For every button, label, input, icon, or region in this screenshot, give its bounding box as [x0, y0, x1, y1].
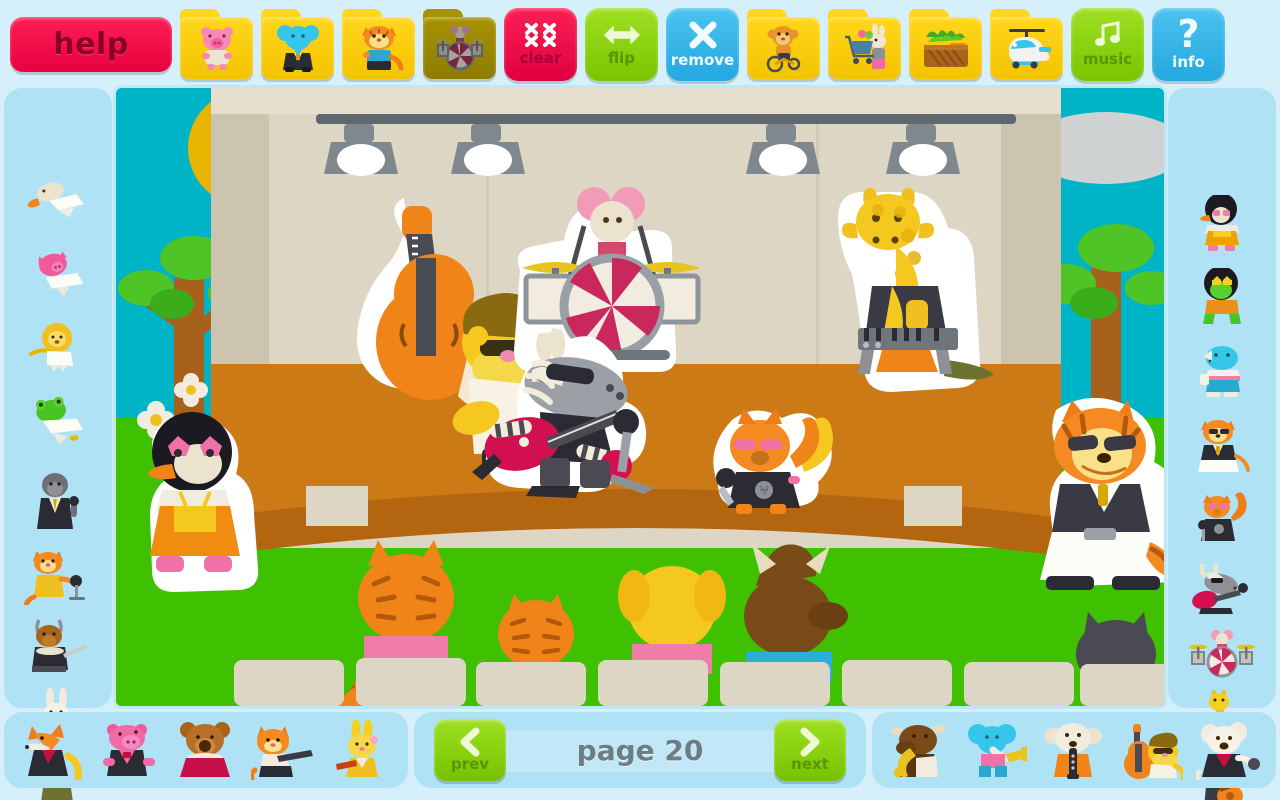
concert-stage-scene[interactable]: [116, 88, 1164, 706]
category-folder-band[interactable]: [423, 9, 496, 79]
helicopter-icon: [1008, 29, 1051, 69]
sticker-gorilla-singer[interactable]: [21, 470, 95, 532]
sticker-dog-clarinet[interactable]: [1039, 718, 1109, 782]
folder-body: [747, 17, 820, 79]
sticker-pig-flying[interactable]: [21, 243, 95, 305]
music-button[interactable]: music: [1071, 7, 1144, 81]
left-sticker-rail[interactable]: [4, 88, 112, 800]
prev-page-button[interactable]: prev: [434, 719, 506, 781]
music-button-label: music: [1082, 49, 1133, 68]
category-folder-food[interactable]: [909, 9, 982, 79]
rabbit-cart-icon: [844, 23, 886, 69]
folder-body: [828, 17, 901, 79]
question-mark-icon: ?: [1177, 12, 1200, 57]
category-folder-babies[interactable]: [180, 9, 253, 79]
light-rail: [316, 114, 1016, 124]
tiger-casual-icon: [361, 26, 403, 71]
sticker-rhino-skater[interactable]: [1185, 340, 1259, 402]
help-button-label: help: [53, 26, 129, 62]
sticker-fox-tuxedo[interactable]: [17, 718, 87, 782]
sticker-cat-microphone[interactable]: [21, 545, 95, 607]
close-icon: [689, 21, 716, 48]
chevron-left-icon: [460, 727, 480, 757]
sticker-cow-saxophone[interactable]: [885, 718, 955, 782]
app-root: help clear flip remove music ? info prev…: [0, 0, 1280, 800]
folder-body: [180, 17, 253, 79]
elephant-suit-icon: [276, 25, 319, 72]
folder-body: [990, 17, 1063, 79]
folder-body: [261, 17, 334, 79]
sticker-drum-kit-mouse[interactable]: [1185, 623, 1259, 685]
vegetable-crate-icon: [923, 30, 968, 67]
remove-button[interactable]: remove: [666, 7, 739, 81]
sticker-zebra-guitar[interactable]: [1185, 558, 1259, 620]
drum-kit-icon: [434, 26, 485, 71]
next-page-label: next: [791, 755, 829, 773]
category-folder-vehicles[interactable]: [990, 9, 1063, 79]
placed-squirrel-singer[interactable]: [713, 408, 833, 514]
pig-baby-icon: [200, 27, 233, 70]
next-page-button[interactable]: next: [774, 719, 846, 781]
category-folder-casual[interactable]: [342, 9, 415, 79]
music-note-icon: [1094, 20, 1120, 46]
category-folder-shopping[interactable]: [828, 9, 901, 79]
bottom-bar: prev page 20 next: [0, 712, 1280, 800]
page-navigator: prev page 20 next: [414, 712, 866, 788]
sticker-cat-guitar-tray[interactable]: [248, 718, 318, 782]
sticker-tiger-suit[interactable]: [1185, 414, 1259, 476]
sticker-frog-afro[interactable]: [1185, 266, 1259, 328]
placed-tiger-suit[interactable]: [1040, 397, 1164, 590]
bottom-right-sticker-tray[interactable]: [872, 712, 1276, 788]
remove-button-label: remove: [670, 50, 735, 69]
flip-horizontal-icon: [603, 25, 640, 44]
flip-button[interactable]: flip: [585, 7, 658, 81]
folder-body: [909, 17, 982, 79]
sticker-lion-flying[interactable]: [21, 316, 95, 378]
sticker-frog-flying[interactable]: [21, 390, 95, 452]
sticker-rabbit-guitar[interactable]: [325, 718, 395, 782]
info-button-label: info: [1172, 52, 1205, 71]
sticker-duck-flying[interactable]: [21, 168, 95, 230]
category-folder-formal[interactable]: [261, 9, 334, 79]
right-sticker-rail[interactable]: [1168, 88, 1276, 800]
chevron-right-icon: [800, 727, 820, 757]
audience-seats: [234, 658, 1164, 706]
audience-dog-yellow: [618, 566, 726, 674]
page-indicator: page 20: [576, 733, 704, 767]
clear-button[interactable]: clear: [504, 7, 577, 81]
category-folder-sports[interactable]: [747, 9, 820, 79]
folder-body: [342, 17, 415, 79]
sticker-dog-microphone[interactable]: [1193, 718, 1263, 782]
prev-page-label: prev: [450, 755, 490, 773]
sticker-hippo-suit[interactable]: [94, 718, 164, 782]
flip-button-label: flip: [608, 48, 635, 67]
sticker-monkey-bass[interactable]: [1116, 718, 1186, 782]
folder-body: [423, 17, 496, 79]
sticker-bear-dress[interactable]: [171, 718, 241, 782]
monkey-bike-icon: [766, 26, 800, 73]
info-button[interactable]: ? info: [1152, 7, 1225, 81]
clear-icon: [524, 22, 556, 47]
sticker-elephant-trumpet[interactable]: [962, 718, 1032, 782]
sticker-goat-guitar[interactable]: [21, 616, 95, 678]
sticker-duck-afro[interactable]: [1185, 193, 1259, 255]
scene-canvas: [116, 88, 1164, 706]
sticker-squirrel-singer[interactable]: [1185, 485, 1259, 547]
clear-button-label: clear: [519, 48, 562, 67]
help-button[interactable]: help: [10, 16, 172, 72]
top-toolbar: help clear flip remove music ? info: [0, 0, 1280, 88]
bottom-left-sticker-tray[interactable]: [4, 712, 408, 788]
